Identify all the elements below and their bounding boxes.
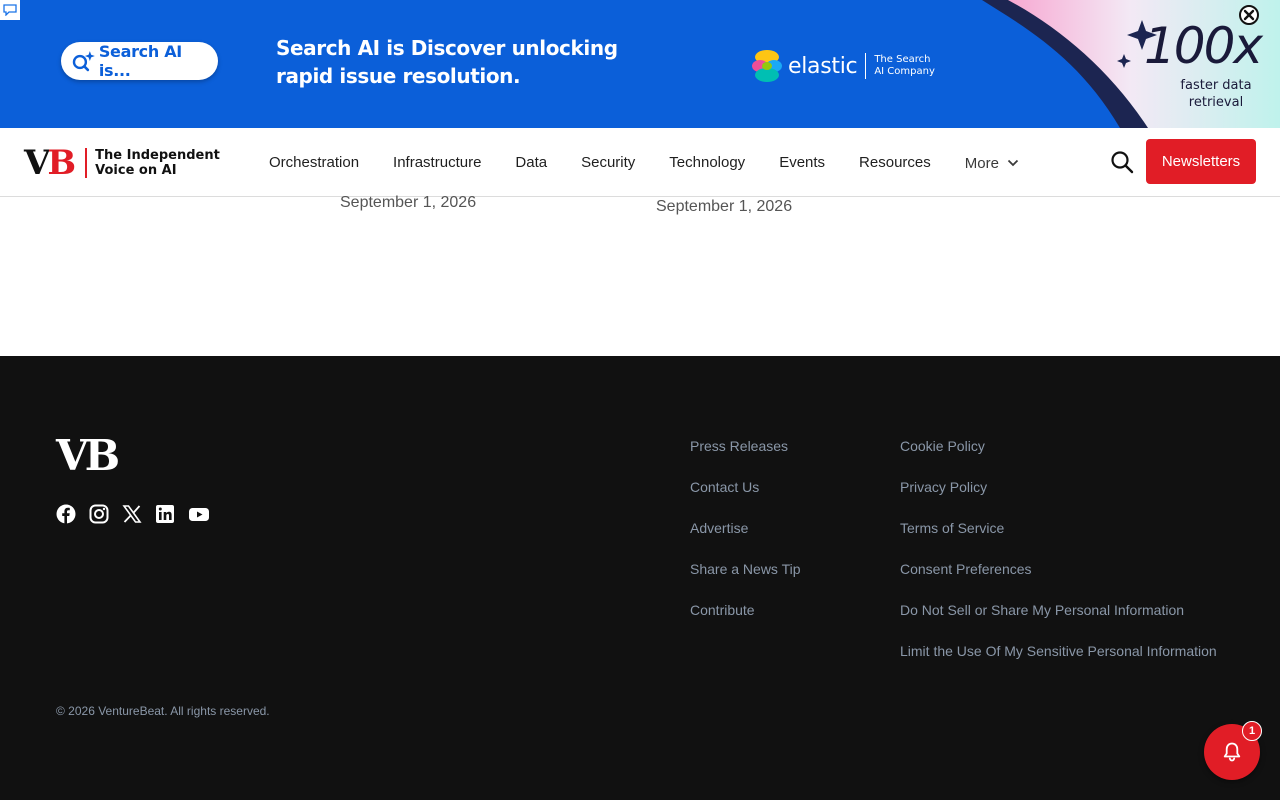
footer-link-privacy-policy[interactable]: Privacy Policy (900, 479, 1217, 496)
site-footer: VB Press Releases Contact Us Advertise S… (0, 356, 1280, 800)
article-list-tail: September 1, 2026 September 1, 2026 (0, 194, 1280, 356)
article-date: September 1, 2026 (656, 198, 793, 215)
nav-data[interactable]: Data (515, 154, 547, 171)
sparkle-search-icon (72, 51, 95, 72)
footer-link-terms-of-service[interactable]: Terms of Service (900, 520, 1217, 537)
footer-link-limit-sensitive-info[interactable]: Limit the Use Of My Sensitive Personal I… (900, 643, 1217, 660)
ad-pill-label: Search AI is... (98, 42, 182, 80)
site-logo[interactable]: VB The Independent Voice on AI (24, 145, 220, 181)
main-nav: Orchestration Infrastructure Data Securi… (269, 128, 1053, 196)
nav-more[interactable]: More (965, 155, 1019, 172)
ad-banner[interactable]: Search AI is... Search AI is Discover un… (0, 0, 1280, 128)
ad-brand-tagline: The Search AI Company (874, 54, 935, 78)
footer-link-share-news-tip[interactable]: Share a News Tip (690, 561, 801, 578)
logo-mark: VB (24, 143, 76, 183)
ad-brand-name: elastic (788, 53, 858, 79)
footer-link-cookie-policy[interactable]: Cookie Policy (900, 438, 1217, 455)
x-icon[interactable] (122, 504, 142, 524)
logo-tagline-line2: Voice on AI (95, 163, 177, 178)
ad-search-pill[interactable]: Search AI is... (61, 42, 218, 80)
notification-count-badge: 1 (1242, 721, 1262, 741)
linkedin-icon[interactable] (155, 504, 175, 524)
logo-tagline-line1: The Independent (95, 148, 220, 163)
chevron-down-icon (1007, 159, 1019, 167)
copyright: © 2026 VentureBeat. All rights reserved. (56, 704, 270, 718)
footer-links-company: Press Releases Contact Us Advertise Shar… (690, 438, 801, 643)
social-links (56, 504, 210, 524)
site-header: VB The Independent Voice on AI Orchestra… (0, 128, 1280, 197)
ad-big-text: 100x (1144, 17, 1263, 75)
ad-brand-divider (865, 53, 867, 79)
elastic-logo-icon (752, 50, 782, 82)
footer-link-contact-us[interactable]: Contact Us (690, 479, 801, 496)
footer-link-contribute[interactable]: Contribute (690, 602, 801, 619)
ad-brand-tagline-line1: The Search (874, 54, 931, 65)
nav-infrastructure[interactable]: Infrastructure (393, 154, 481, 171)
instagram-icon[interactable] (89, 504, 109, 524)
nav-technology[interactable]: Technology (669, 154, 745, 171)
nav-more-label: More (964, 154, 999, 172)
newsletters-button[interactable]: Newsletters (1146, 139, 1256, 184)
close-ad-icon[interactable] (1238, 4, 1260, 26)
ad-info-icon[interactable] (0, 0, 20, 20)
youtube-icon[interactable] (188, 504, 210, 524)
search-icon[interactable] (1110, 150, 1134, 174)
ad-brand-tagline-line2: AI Company (874, 66, 935, 77)
footer-links-legal: Cookie Policy Privacy Policy Terms of Se… (900, 438, 1217, 684)
nav-orchestration[interactable]: Orchestration (269, 154, 359, 171)
footer-link-do-not-sell[interactable]: Do Not Sell or Share My Personal Informa… (900, 602, 1217, 619)
footer-link-press-releases[interactable]: Press Releases (690, 438, 801, 455)
nav-resources[interactable]: Resources (859, 154, 931, 171)
nav-security[interactable]: Security (581, 154, 635, 171)
footer-logo[interactable]: VB (56, 434, 120, 478)
ad-brand: elastic The Search AI Company (750, 46, 935, 86)
logo-tagline: The Independent Voice on AI (95, 148, 220, 178)
logo-divider (85, 148, 88, 178)
footer-link-advertise[interactable]: Advertise (690, 520, 801, 537)
ad-headline: Search AI is Discover unlocking rapid is… (276, 36, 618, 88)
facebook-icon[interactable] (56, 504, 76, 524)
ad-sub-text: faster data retrieval (1180, 78, 1252, 110)
bell-icon (1223, 742, 1241, 762)
nav-events[interactable]: Events (779, 154, 825, 171)
article-date: September 1, 2026 (340, 194, 477, 211)
footer-link-consent-preferences[interactable]: Consent Preferences (900, 561, 1217, 578)
